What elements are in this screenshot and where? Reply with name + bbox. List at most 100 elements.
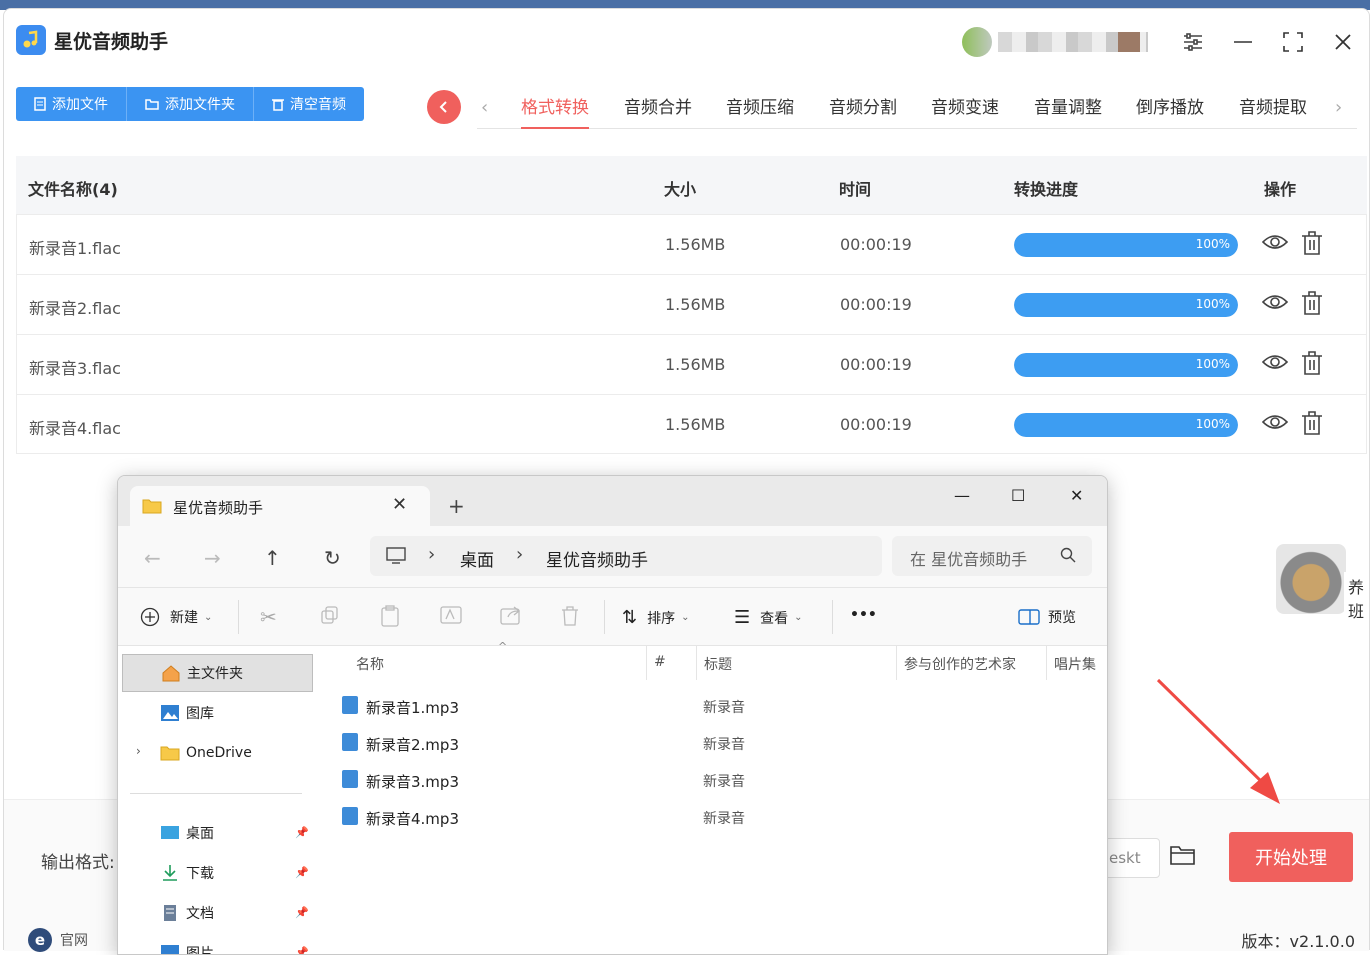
address-bar[interactable]: › 桌面 › 星优音频助手 <box>370 536 882 576</box>
file-duration: 00:00:19 <box>840 295 912 314</box>
pin-icon[interactable]: 📌 <box>295 946 309 954</box>
new-button[interactable]: 新建 ⌄ <box>140 607 212 627</box>
pin-icon[interactable]: 📌 <box>295 906 309 919</box>
user-account[interactable] <box>962 27 1162 57</box>
settings-sliders-icon[interactable] <box>1178 27 1208 57</box>
list-item[interactable]: 新录音1.mp3 新录音 <box>328 688 1107 725</box>
back-button[interactable] <box>427 90 461 124</box>
nav-item-pictures[interactable]: 图片 📌 <box>122 934 313 954</box>
list-item[interactable]: 新录音4.mp3 新录音 <box>328 799 1107 836</box>
explorer-maximize-icon[interactable]: ☐ <box>1011 486 1025 505</box>
audio-file-icon <box>342 696 358 714</box>
explorer-minimize-icon[interactable]: — <box>954 486 970 505</box>
sort-button[interactable]: ⇅ 排序 ⌄ <box>622 607 689 628</box>
plus-circle-icon <box>140 607 160 627</box>
file-table: 文件名称(4) 大小 时间 转换进度 操作 新录音1.flac 1.56MB 00:… <box>16 156 1367 454</box>
tab-audio-extract[interactable]: 音频提取 <box>1239 93 1307 129</box>
table-row[interactable]: 新录音3.flac 1.56MB 00:00:19 100% <box>16 334 1367 394</box>
fullscreen-icon[interactable] <box>1278 27 1308 57</box>
app-title: 星优音频助手 <box>54 31 169 53</box>
file-name: 新录音4.mp3 <box>366 810 459 828</box>
col-artist[interactable]: 参与创作的艺术家 <box>904 654 1016 674</box>
folder-icon <box>160 746 180 761</box>
tab-volume-adjust[interactable]: 音量调整 <box>1034 93 1102 129</box>
nav-item-label: OneDrive <box>186 745 252 761</box>
table-row[interactable]: 新录音4.flac 1.56MB 00:00:19 100% <box>16 394 1367 454</box>
file-name: 新录音1.flac <box>29 239 121 258</box>
tab-format-convert[interactable]: 格式转换 <box>521 93 589 129</box>
paste-icon[interactable] <box>380 605 400 631</box>
nav-item-downloads[interactable]: 下载 📌 <box>122 854 313 892</box>
col-file-name: 文件名称(4) <box>28 180 118 199</box>
desktop-icon <box>161 826 179 839</box>
table-row[interactable]: 新录音1.flac 1.56MB 00:00:19 100% <box>16 214 1367 274</box>
delete-trash-icon[interactable] <box>1301 411 1323 439</box>
search-box[interactable]: 在 星优音频助手 <box>892 536 1092 576</box>
new-tab-icon[interactable]: + <box>448 494 465 518</box>
tab-audio-speed[interactable]: 音频变速 <box>931 93 999 129</box>
red-arrow-annotation <box>1156 678 1280 804</box>
delete-icon[interactable] <box>560 605 580 631</box>
cut-icon[interactable]: ✂ <box>260 605 277 629</box>
tab-audio-compress[interactable]: 音频压缩 <box>726 93 794 129</box>
col-album[interactable]: 唱片集 <box>1054 654 1096 674</box>
pin-icon[interactable]: 📌 <box>295 866 309 879</box>
view-button[interactable]: ☰ 查看 ⌄ <box>734 607 803 628</box>
close-tab-icon[interactable]: ✕ <box>392 494 407 515</box>
col-title[interactable]: 标题 <box>704 654 732 674</box>
expand-chevron-icon[interactable]: › <box>136 744 141 758</box>
explorer-tab[interactable]: 星优音频助手 ✕ <box>130 486 430 526</box>
tab-audio-merge[interactable]: 音频合并 <box>624 93 692 129</box>
minimize-icon[interactable] <box>1228 27 1258 57</box>
file-name: 新录音2.flac <box>29 299 121 318</box>
forward-arrow-icon[interactable]: → <box>204 546 221 570</box>
official-site-link[interactable]: e 官网 <box>28 928 88 952</box>
up-arrow-icon[interactable]: ↑ <box>264 546 281 570</box>
nav-item-desktop[interactable]: 桌面 📌 <box>122 814 313 852</box>
preview-eye-icon[interactable] <box>1261 413 1289 435</box>
nav-item-label: 图库 <box>186 706 214 722</box>
output-path-field[interactable]: eskt <box>1104 838 1160 878</box>
list-item[interactable]: 新录音3.mp3 新录音 <box>328 762 1107 799</box>
audio-file-icon <box>342 807 358 825</box>
back-arrow-icon[interactable]: ← <box>144 546 161 570</box>
open-folder-icon[interactable] <box>1170 844 1196 870</box>
function-tabs: ‹ 格式转换 音频合并 音频压缩 音频分割 音频变速 音量调整 倒序播放 音频提… <box>477 89 1357 129</box>
delete-trash-icon[interactable] <box>1301 231 1323 259</box>
more-options-button[interactable]: ••• <box>850 607 877 623</box>
delete-trash-icon[interactable] <box>1301 351 1323 379</box>
delete-trash-icon[interactable] <box>1301 291 1323 319</box>
start-processing-button[interactable]: 开始处理 <box>1229 832 1353 882</box>
refresh-icon[interactable]: ↻ <box>324 546 341 570</box>
tabs-prev-icon[interactable]: ‹ <box>481 97 488 118</box>
preview-eye-icon[interactable] <box>1261 353 1289 375</box>
nav-item-documents[interactable]: 文档 📌 <box>122 894 313 932</box>
nav-item-home[interactable]: 主文件夹 <box>122 654 313 692</box>
tabs-next-icon[interactable]: › <box>1335 97 1342 118</box>
clear-audio-button[interactable]: 清空音频 <box>254 87 364 121</box>
breadcrumb-desktop[interactable]: 桌面 <box>460 546 494 571</box>
add-folder-button[interactable]: 添加文件夹 <box>127 87 254 121</box>
preview-eye-icon[interactable] <box>1261 293 1289 315</box>
explorer-close-icon[interactable]: ✕ <box>1070 486 1083 505</box>
add-folder-label: 添加文件夹 <box>165 97 235 113</box>
copy-icon[interactable] <box>320 605 340 629</box>
progress-bar: 100% <box>1014 233 1238 257</box>
list-item[interactable]: 新录音2.mp3 新录音 <box>328 725 1107 762</box>
breadcrumb-folder[interactable]: 星优音频助手 <box>546 546 648 571</box>
col-name[interactable]: 名称 <box>356 654 384 674</box>
file-size: 1.56MB <box>665 355 726 374</box>
col-number[interactable]: # <box>654 654 666 670</box>
share-icon[interactable] <box>500 605 522 629</box>
close-icon[interactable] <box>1328 27 1358 57</box>
table-row[interactable]: 新录音2.flac 1.56MB 00:00:19 100% <box>16 274 1367 334</box>
add-file-button[interactable]: 添加文件 <box>16 87 127 121</box>
tab-reverse-play[interactable]: 倒序播放 <box>1136 93 1204 129</box>
pin-icon[interactable]: 📌 <box>295 826 309 839</box>
preview-pane-button[interactable]: 预览 <box>1018 607 1076 627</box>
rename-icon[interactable] <box>440 605 462 629</box>
tab-audio-split[interactable]: 音频分割 <box>829 93 897 129</box>
preview-eye-icon[interactable] <box>1261 233 1289 255</box>
nav-item-onedrive[interactable]: › OneDrive <box>122 734 313 772</box>
nav-item-gallery[interactable]: 图库 <box>122 694 313 732</box>
